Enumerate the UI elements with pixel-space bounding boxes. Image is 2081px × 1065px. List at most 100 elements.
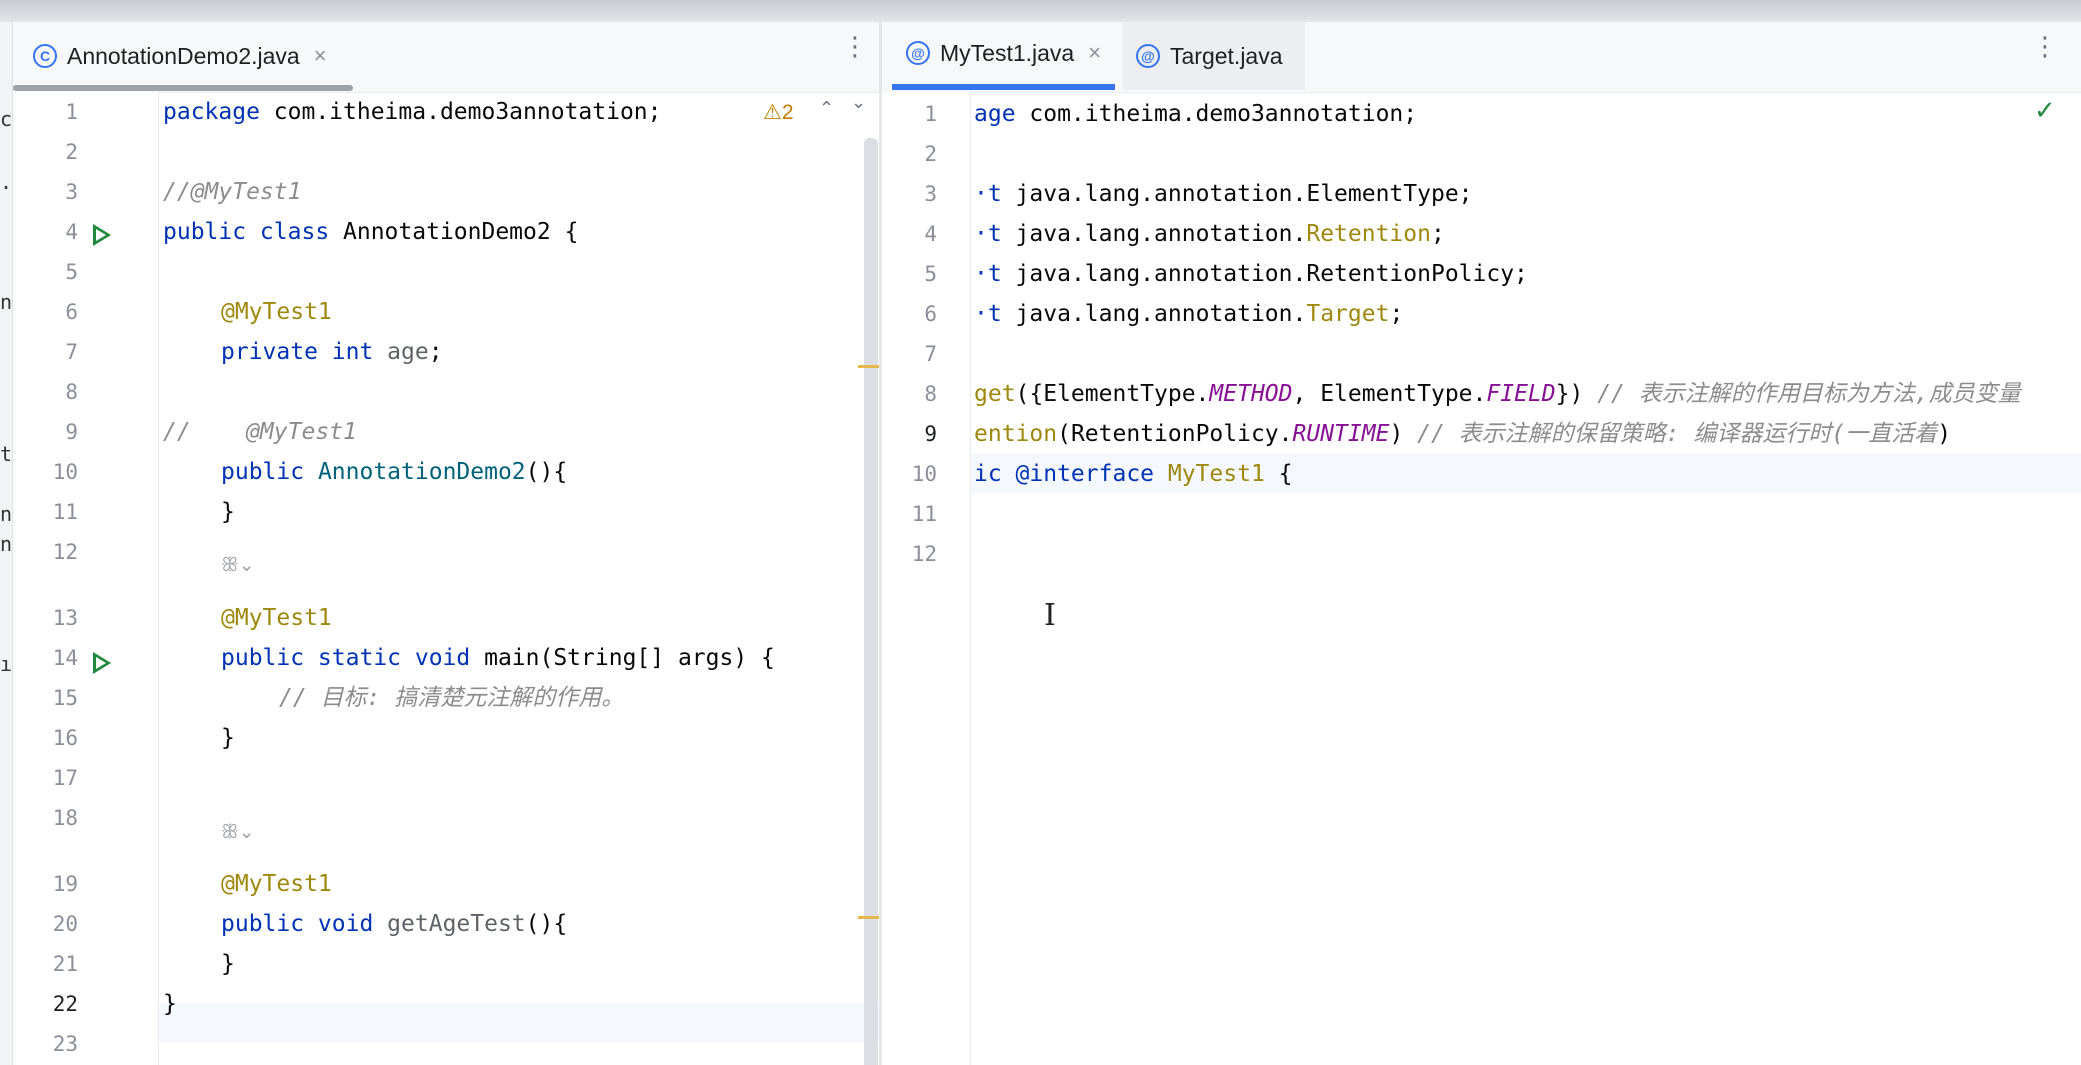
line-number: 11 xyxy=(911,502,937,526)
line-number: 22 xyxy=(52,992,78,1016)
code-line-5: ·t java.lang.annotation.RetentionPolicy; xyxy=(974,261,1528,287)
code-line-3: //@MyTest1 xyxy=(163,179,302,205)
chevron-down-icon[interactable]: ⌄ xyxy=(851,92,866,113)
line-number: 16 xyxy=(52,726,78,750)
inlay-hint-icon[interactable]: ꕥ⌄ xyxy=(221,554,255,576)
code-line-19: @MyTest1 xyxy=(221,871,332,897)
line-number: 7 xyxy=(65,340,78,364)
code-line-1: package com.itheima.demo3annotation; xyxy=(163,99,662,125)
code-line-11: } xyxy=(221,499,235,525)
warning-icon: ⚠ xyxy=(763,101,782,124)
tab-label: Target.java xyxy=(1170,42,1283,69)
line-number: 7 xyxy=(924,342,937,366)
check-icon[interactable]: ✓ xyxy=(2034,96,2056,126)
tab-scroll-indicator xyxy=(13,85,353,91)
line-number: 17 xyxy=(52,766,78,790)
line-number: 6 xyxy=(65,300,78,324)
code-line-6: @MyTest1 xyxy=(221,299,332,325)
line-number: 14 xyxy=(52,646,78,670)
warning-stripe-marker[interactable] xyxy=(858,916,879,919)
line-number: 12 xyxy=(911,542,937,566)
right-tab-bar: @ MyTest1.java × @ Target.java ⋮ xyxy=(882,22,2081,93)
code-line-1: age com.itheima.demo3annotation; xyxy=(974,101,1418,127)
line-number: 3 xyxy=(924,182,937,206)
left-tool-strip: c . n ti nl nl ır xyxy=(0,22,13,1065)
annotation-icon: @ xyxy=(906,41,930,65)
edge-char: . xyxy=(0,170,13,194)
line-number: 5 xyxy=(924,262,937,286)
line-number: 20 xyxy=(52,912,78,936)
code-line-16: } xyxy=(221,725,235,751)
code-line-9: // @MyTest1 xyxy=(163,419,357,445)
line-number: 11 xyxy=(52,500,78,524)
code-line-10: ic @interface MyTest1 { xyxy=(974,461,1293,487)
line-number: 2 xyxy=(924,142,937,166)
code-line-14: public static void main(String[] args) { xyxy=(221,645,775,671)
line-number: 12 xyxy=(52,540,78,564)
line-number: 18 xyxy=(52,806,78,830)
line-number: 8 xyxy=(65,380,78,404)
window-top-strip xyxy=(0,0,2081,22)
code-editor[interactable]: 1 2 3 4 5 6 7 8 9 10 11 12 age com.ithei… xyxy=(882,92,2081,1065)
left-editor-pane: C AnnotationDemo2.java × ⋮ 1 2 3 4 5 6 7… xyxy=(13,22,879,1065)
line-number: 13 xyxy=(52,606,78,630)
tab-annotationdemo2[interactable]: C AnnotationDemo2.java × xyxy=(33,22,327,90)
edge-char: nl xyxy=(0,502,13,526)
run-icon[interactable] xyxy=(93,224,111,246)
code-line-13: @MyTest1 xyxy=(221,605,332,631)
code-line-4: public class AnnotationDemo2 { xyxy=(163,219,579,245)
warning-stripe-marker[interactable] xyxy=(858,365,879,368)
edge-char: n xyxy=(0,290,13,314)
line-number: 23 xyxy=(52,1032,78,1056)
line-number: 10 xyxy=(911,462,937,486)
vertical-scrollbar[interactable] xyxy=(864,138,878,1065)
edge-char: nl xyxy=(0,532,13,556)
edge-char: c xyxy=(0,107,13,131)
line-number: 2 xyxy=(65,140,78,164)
code-line-3: ·t java.lang.annotation.ElementType; xyxy=(974,181,1473,207)
code-line-15: // 目标: 搞清楚元注解的作用。 xyxy=(279,685,625,711)
run-icon[interactable] xyxy=(93,652,111,674)
line-number: 5 xyxy=(65,260,78,284)
more-options-icon[interactable]: ⋮ xyxy=(842,34,868,60)
more-options-icon[interactable]: ⋮ xyxy=(2032,34,2058,60)
close-icon[interactable]: × xyxy=(1088,40,1101,66)
line-number: 9 xyxy=(65,420,78,444)
code-line-20: public void getAgeTest(){ xyxy=(221,911,568,937)
gutter: 1 2 3 4 5 6 7 8 9 10 11 12 xyxy=(882,92,971,1065)
edge-char: ti xyxy=(0,442,13,466)
edge-char: ır xyxy=(0,652,13,676)
line-number: 19 xyxy=(52,872,78,896)
code-line-4: ·t java.lang.annotation.Retention; xyxy=(974,221,1445,247)
inlay-hint-icon[interactable]: ꕥ⌄ xyxy=(221,821,255,843)
right-editor-pane: @ MyTest1.java × @ Target.java ⋮ 1 2 3 4… xyxy=(882,22,2081,1065)
class-icon: C xyxy=(33,44,57,68)
chevron-up-icon[interactable]: ⌃ xyxy=(819,98,834,119)
line-number: 15 xyxy=(52,686,78,710)
tab-label: AnnotationDemo2.java xyxy=(67,42,300,69)
line-number: 3 xyxy=(65,180,78,204)
line-number: 10 xyxy=(52,460,78,484)
left-tab-bar: C AnnotationDemo2.java × ⋮ xyxy=(13,22,879,93)
mouse-cursor-icon: I xyxy=(1044,598,1056,633)
close-icon[interactable]: × xyxy=(314,43,327,69)
code-line-10: public AnnotationDemo2(){ xyxy=(221,459,568,485)
warning-indicator[interactable]: ⚠2 xyxy=(763,100,794,125)
tab-label: MyTest1.java xyxy=(940,39,1075,66)
tab-mytest1[interactable]: @ MyTest1.java × xyxy=(892,22,1116,90)
code-line-21: } xyxy=(221,951,235,977)
line-number: 1 xyxy=(65,100,78,124)
line-number: 9 xyxy=(924,422,937,446)
line-number: 6 xyxy=(924,302,937,326)
line-number: 8 xyxy=(924,382,937,406)
line-number: 4 xyxy=(65,220,78,244)
code-editor[interactable]: 1 2 3 4 5 6 7 8 9 10 11 12 13 14 15 16 1… xyxy=(13,92,879,1065)
code-line-6: ·t java.lang.annotation.Target; xyxy=(974,301,1404,327)
annotation-icon: @ xyxy=(1136,44,1160,68)
tab-target[interactable]: @ Target.java xyxy=(1122,22,1305,90)
line-number: 1 xyxy=(924,102,937,126)
line-number: 21 xyxy=(52,952,78,976)
code-line-8: get({ElementType.METHOD, ElementType.FIE… xyxy=(974,381,2021,407)
gutter: 1 2 3 4 5 6 7 8 9 10 11 12 13 14 15 16 1… xyxy=(13,92,159,1065)
line-number: 4 xyxy=(924,222,937,246)
